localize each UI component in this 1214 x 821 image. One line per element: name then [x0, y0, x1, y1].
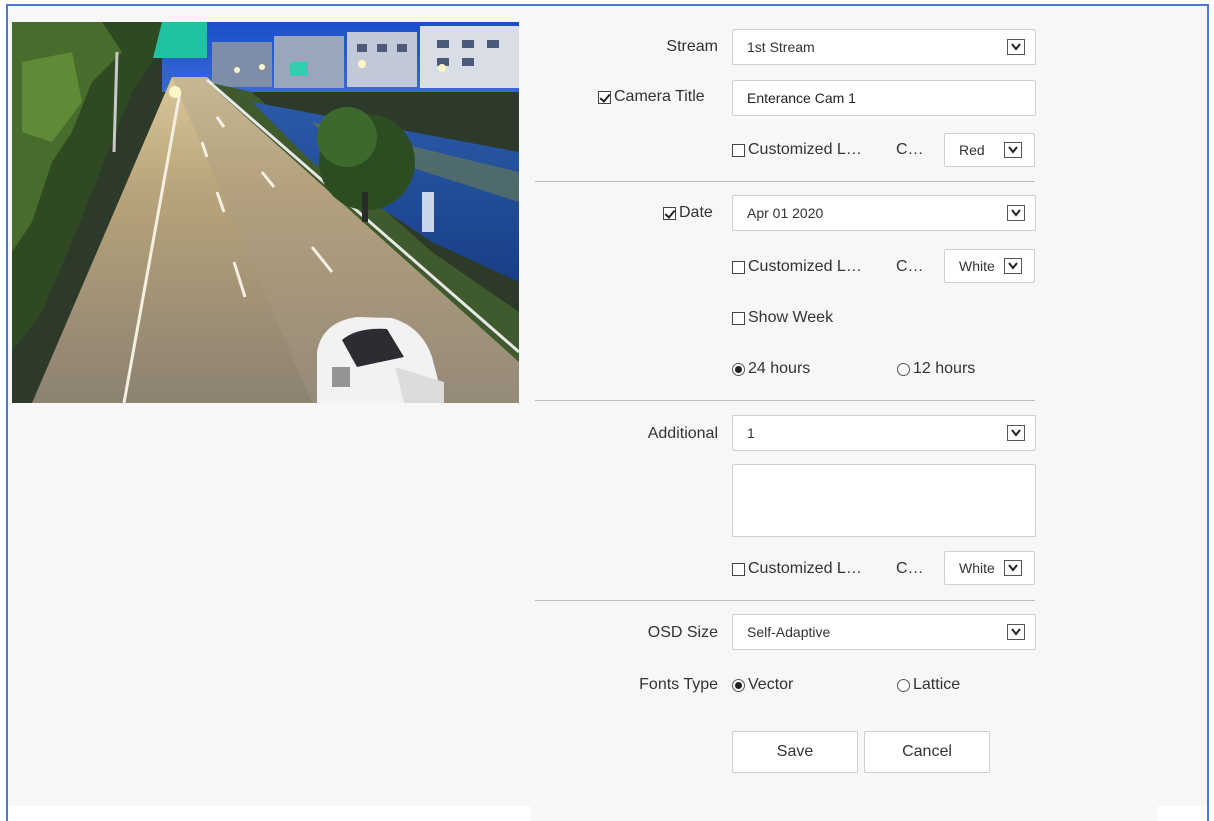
date-customized-label: Customized L…	[748, 258, 862, 275]
stream-label: Stream	[666, 38, 718, 55]
osd-size-value: Self-Adaptive	[747, 624, 831, 640]
stream-value: 1st Stream	[747, 39, 815, 55]
additional-label: Additional	[647, 425, 718, 442]
hours-24-option[interactable]: 24 hours	[732, 360, 810, 378]
font-lattice-radio[interactable]	[897, 678, 910, 692]
date-color-select[interactable]: White	[944, 249, 1035, 283]
font-lattice-label: Lattice	[913, 676, 961, 693]
cancel-button[interactable]: Cancel	[864, 731, 990, 773]
additional-customized-toggle[interactable]: Customized L…	[732, 560, 862, 578]
camera-preview	[12, 22, 519, 403]
chevron-down-icon	[1004, 142, 1022, 158]
osd-size-select[interactable]: Self-Adaptive	[732, 614, 1036, 650]
additional-customized-checkbox[interactable]	[732, 562, 745, 576]
camera-title-color-label: C…	[896, 141, 924, 158]
date-label: Date	[679, 204, 713, 221]
fonts-type-label: Fonts Type	[639, 676, 718, 693]
font-vector-radio[interactable]	[732, 678, 745, 692]
additional-color-select[interactable]: White	[944, 551, 1035, 585]
camera-title-color-select[interactable]: Red	[944, 133, 1035, 167]
bottom-edge-left	[8, 806, 530, 821]
additional-color-label: C…	[896, 560, 924, 577]
hours-12-radio[interactable]	[897, 362, 910, 376]
stream-select[interactable]: 1st Stream	[732, 29, 1036, 65]
additional-text-area[interactable]	[732, 464, 1036, 537]
camera-title-checkbox[interactable]	[598, 90, 611, 104]
show-week-label: Show Week	[748, 309, 834, 326]
font-lattice-option[interactable]: Lattice	[897, 676, 960, 694]
show-week-toggle[interactable]: Show Week	[732, 309, 833, 327]
chevron-down-icon	[1007, 205, 1025, 221]
camera-title-label: Camera Title	[614, 88, 705, 105]
additional-color-value: White	[959, 560, 995, 576]
section-divider	[535, 400, 1035, 401]
hours-24-label: 24 hours	[748, 360, 811, 377]
hours-12-label: 12 hours	[913, 360, 976, 377]
font-vector-label: Vector	[748, 676, 794, 693]
font-vector-option[interactable]: Vector	[732, 676, 793, 694]
chevron-down-icon	[1007, 39, 1025, 55]
save-button[interactable]: Save	[732, 731, 858, 773]
date-format-select[interactable]: Apr 01 2020	[732, 195, 1036, 231]
date-color-label: C…	[896, 258, 924, 275]
camera-title-color-value: Red	[959, 142, 985, 158]
camera-title-customized-toggle[interactable]: Customized L…	[732, 141, 862, 159]
additional-select[interactable]: 1	[732, 415, 1036, 451]
date-format-value: Apr 01 2020	[747, 205, 824, 221]
camera-title-customized-label: Customized L…	[748, 141, 862, 158]
date-customized-toggle[interactable]: Customized L…	[732, 258, 862, 276]
date-color-value: White	[959, 258, 995, 274]
date-toggle[interactable]: Date	[663, 204, 713, 222]
chevron-down-icon	[1007, 425, 1025, 441]
chevron-down-icon	[1004, 258, 1022, 274]
bottom-edge-right	[1158, 806, 1207, 821]
date-customized-checkbox[interactable]	[732, 260, 745, 274]
chevron-down-icon	[1004, 560, 1022, 576]
section-divider	[535, 181, 1035, 182]
hours-24-radio[interactable]	[732, 362, 745, 376]
camera-title-toggle[interactable]: Camera Title	[598, 88, 705, 106]
camera-title-input[interactable]: Enterance Cam 1	[732, 80, 1036, 116]
chevron-down-icon	[1007, 624, 1025, 640]
additional-customized-label: Customized L…	[748, 560, 862, 577]
hours-12-option[interactable]: 12 hours	[897, 360, 975, 378]
show-week-checkbox[interactable]	[732, 311, 745, 325]
osd-size-label: OSD Size	[647, 624, 718, 641]
camera-title-customized-checkbox[interactable]	[732, 143, 745, 157]
date-checkbox[interactable]	[663, 206, 676, 220]
additional-value: 1	[747, 425, 755, 441]
section-divider	[535, 600, 1035, 601]
